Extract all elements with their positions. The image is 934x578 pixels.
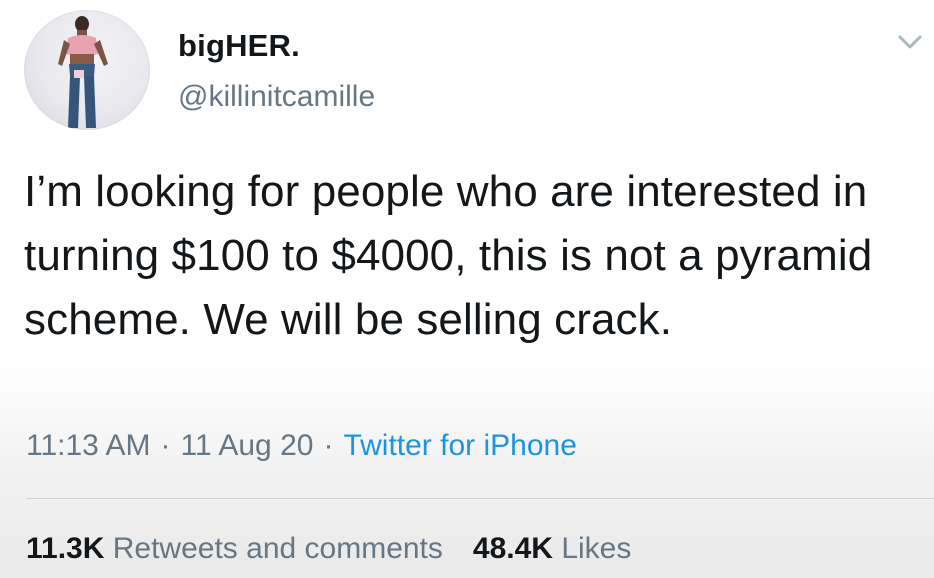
- tweet-date[interactable]: 11 Aug 20: [181, 429, 314, 462]
- retweets-stat[interactable]: 11.3K Retweets and comments: [26, 532, 443, 565]
- likes-label: Likes: [561, 532, 632, 565]
- meta-separator: ·: [323, 429, 334, 462]
- likes-count: 48.4K: [472, 532, 553, 565]
- meta-separator: ·: [160, 429, 171, 462]
- avatar[interactable]: [24, 10, 150, 130]
- tweet-meta: 11:13 AM · 11 Aug 20 · Twitter for iPhone: [26, 429, 577, 463]
- tweet-card: bigHER. @killinitcamille I’m looking for…: [0, 0, 934, 578]
- tweet-text: I’m looking for people who are intereste…: [24, 167, 873, 344]
- tweet-time[interactable]: 11:13 AM: [26, 429, 151, 462]
- retweets-label: Retweets and comments: [112, 532, 443, 565]
- tweet-stats: 11.3K Retweets and comments 48.4K Likes: [26, 532, 631, 566]
- retweets-count: 11.3K: [26, 532, 105, 565]
- author-handle[interactable]: @killinitcamille: [178, 80, 375, 114]
- author-name[interactable]: bigHER.: [178, 28, 300, 64]
- avatar-photo: [58, 16, 108, 128]
- likes-stat[interactable]: 48.4K Likes: [473, 532, 631, 565]
- tweet-source-link[interactable]: Twitter for iPhone: [343, 429, 576, 462]
- chevron-down-icon[interactable]: [896, 32, 924, 52]
- divider: [26, 498, 934, 499]
